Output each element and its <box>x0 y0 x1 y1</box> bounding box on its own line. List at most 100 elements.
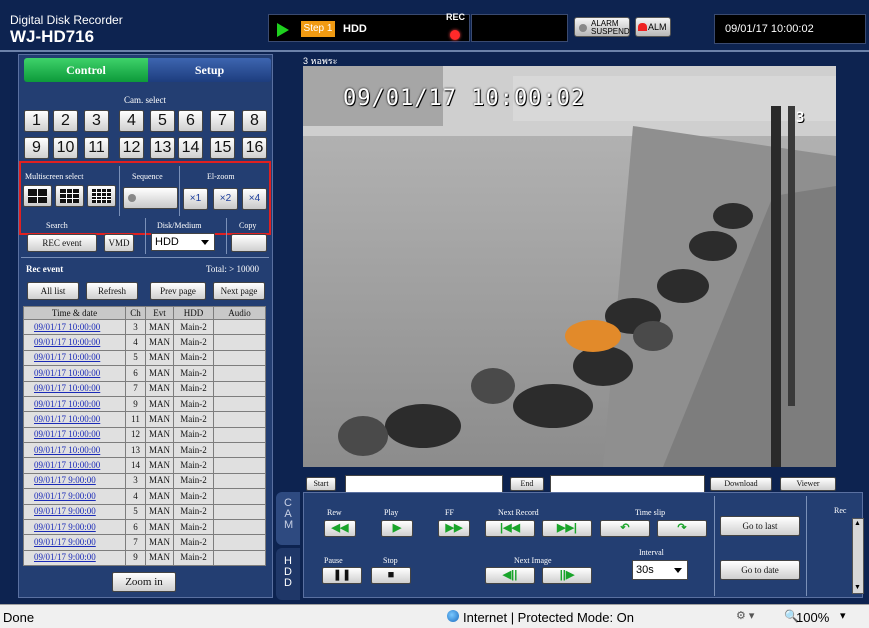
next-image-button[interactable]: ||▶ <box>542 567 592 584</box>
tab-hdd[interactable]: HDD <box>276 548 300 600</box>
cam-button-14[interactable]: 14 <box>178 137 203 159</box>
interval-select[interactable]: 30s <box>632 560 688 580</box>
zoom-in-button[interactable]: Zoom in <box>112 572 176 592</box>
table-row[interactable]: 09/01/17 10:00:00 7 MAN Main-2 <box>23 380 266 397</box>
table-row[interactable]: 09/01/17 9:00:00 3 MAN Main-2 <box>23 472 266 490</box>
scroll-down-icon[interactable]: ▼ <box>854 584 862 592</box>
pause-button[interactable]: ❚❚ <box>322 567 362 584</box>
table-row[interactable]: 09/01/17 10:00:00 12 MAN Main-2 <box>23 426 266 444</box>
table-cell: 6 <box>125 518 146 536</box>
fast-forward-button[interactable]: ▶▶ <box>438 520 470 537</box>
cam-button-4[interactable]: 4 <box>119 110 144 132</box>
alarm-suspend-button[interactable]: ALARM SUSPEND <box>574 17 630 37</box>
ezoom-x1-button[interactable]: ×1 <box>183 188 208 210</box>
alm-button[interactable]: ALM <box>635 17 671 37</box>
cam-button-6[interactable]: 6 <box>178 110 203 132</box>
event-datetime-link[interactable]: 09/01/17 10:00:00 <box>23 318 126 336</box>
chevron-down-icon[interactable]: ▾ <box>840 609 846 622</box>
table-cell: 7 <box>125 380 146 397</box>
end-input[interactable] <box>550 475 705 493</box>
viewer-button[interactable]: Viewer <box>780 477 836 491</box>
multiscreen-9-button[interactable] <box>55 185 84 207</box>
ezoom-x4-button[interactable]: ×4 <box>242 188 267 210</box>
event-datetime-link[interactable]: 09/01/17 10:00:00 <box>23 380 126 397</box>
table-row[interactable]: 09/01/17 10:00:00 6 MAN Main-2 <box>23 365 266 382</box>
download-button[interactable]: Download <box>710 477 772 491</box>
end-button[interactable]: End <box>510 477 544 491</box>
event-datetime-link[interactable]: 09/01/17 9:00:00 <box>23 503 126 520</box>
table-row[interactable]: 09/01/17 10:00:00 9 MAN Main-2 <box>23 395 266 413</box>
rec-scrollbar[interactable]: ▲ ▼ <box>852 518 864 594</box>
event-datetime-link[interactable]: 09/01/17 10:00:00 <box>23 441 126 459</box>
table-row[interactable]: 09/01/17 9:00:00 7 MAN Main-2 <box>23 534 266 551</box>
table-row[interactable]: 09/01/17 10:00:00 11 MAN Main-2 <box>23 411 266 428</box>
rewind-button[interactable]: ◀◀ <box>324 520 356 537</box>
time-slip-back-button[interactable]: ↶ <box>600 520 650 537</box>
tab-cam[interactable]: CAM <box>276 492 300 545</box>
rec-event-button[interactable]: REC event <box>27 234 97 252</box>
event-datetime-link[interactable]: 09/01/17 10:00:00 <box>23 411 126 428</box>
copy-button[interactable] <box>231 234 267 252</box>
cam-button-8[interactable]: 8 <box>242 110 267 132</box>
table-row[interactable]: 09/01/17 10:00:00 14 MAN Main-2 <box>23 457 266 474</box>
all-list-button[interactable]: All list <box>27 282 79 300</box>
zoom-level[interactable]: 100% <box>796 610 829 625</box>
cam-button-9[interactable]: 9 <box>24 137 49 159</box>
prev-image-button[interactable]: ◀|| <box>485 567 535 584</box>
prev-page-button[interactable]: Prev page <box>150 282 206 300</box>
scroll-up-icon[interactable]: ▲ <box>854 520 862 528</box>
event-datetime-link[interactable]: 09/01/17 10:00:00 <box>23 457 126 474</box>
next-page-button[interactable]: Next page <box>213 282 265 300</box>
tab-setup[interactable]: Setup <box>148 58 271 82</box>
event-datetime-link[interactable]: 09/01/17 9:00:00 <box>23 518 126 536</box>
table-row[interactable]: 09/01/17 10:00:00 4 MAN Main-2 <box>23 334 266 351</box>
camera-video-feed[interactable] <box>303 66 836 467</box>
go-to-date-button[interactable]: Go to date <box>720 560 800 580</box>
cam-button-16[interactable]: 16 <box>242 137 267 159</box>
multiscreen-16-button[interactable] <box>87 185 116 207</box>
table-row[interactable]: 09/01/17 10:00:00 13 MAN Main-2 <box>23 441 266 459</box>
table-row[interactable]: 09/01/17 9:00:00 4 MAN Main-2 <box>23 488 266 505</box>
next-record-button[interactable]: ▶▶| <box>542 520 592 537</box>
event-datetime-link[interactable]: 09/01/17 10:00:00 <box>23 426 126 444</box>
stop-button[interactable]: ■ <box>371 567 411 584</box>
cam-button-2[interactable]: 2 <box>53 110 78 132</box>
event-datetime-link[interactable]: 09/01/17 10:00:00 <box>23 365 126 382</box>
cam-button-10[interactable]: 10 <box>53 137 78 159</box>
cam-button-5[interactable]: 5 <box>150 110 175 132</box>
go-to-last-button[interactable]: Go to last <box>720 516 800 536</box>
start-input[interactable] <box>345 475 503 493</box>
event-datetime-link[interactable]: 09/01/17 10:00:00 <box>23 395 126 413</box>
cam-button-7[interactable]: 7 <box>210 110 235 132</box>
event-datetime-link[interactable]: 09/01/17 10:00:00 <box>23 349 126 367</box>
disk-medium-select[interactable]: HDD <box>151 233 215 251</box>
event-datetime-link[interactable]: 09/01/17 9:00:00 <box>23 549 126 567</box>
cam-button-3[interactable]: 3 <box>84 110 109 132</box>
multiscreen-4-button[interactable] <box>23 185 52 207</box>
protected-mode-icon[interactable]: ⚙ ▾ <box>736 609 754 622</box>
table-row[interactable]: 09/01/17 9:00:00 9 MAN Main-2 <box>23 549 266 567</box>
time-slip-label: Time slip <box>635 508 666 517</box>
time-slip-forward-button[interactable]: ↷ <box>657 520 707 537</box>
refresh-button[interactable]: Refresh <box>86 282 138 300</box>
table-row[interactable]: 09/01/17 9:00:00 5 MAN Main-2 <box>23 503 266 520</box>
cam-button-13[interactable]: 13 <box>150 137 175 159</box>
event-datetime-link[interactable]: 09/01/17 10:00:00 <box>23 334 126 351</box>
event-datetime-link[interactable]: 09/01/17 9:00:00 <box>23 534 126 551</box>
table-row[interactable]: 09/01/17 10:00:00 5 MAN Main-2 <box>23 349 266 367</box>
play-button[interactable]: ▶ <box>381 520 413 537</box>
ezoom-x2-button[interactable]: ×2 <box>213 188 238 210</box>
vmd-button[interactable]: VMD <box>104 234 134 252</box>
event-datetime-link[interactable]: 09/01/17 9:00:00 <box>23 488 126 505</box>
cam-button-1[interactable]: 1 <box>24 110 49 132</box>
tab-control[interactable]: Control <box>24 58 148 82</box>
table-cell: MAN <box>145 426 174 444</box>
table-row[interactable]: 09/01/17 9:00:00 6 MAN Main-2 <box>23 518 266 536</box>
cam-button-12[interactable]: 12 <box>119 137 144 159</box>
cam-button-11[interactable]: 11 <box>84 137 109 159</box>
table-row[interactable]: 09/01/17 10:00:00 3 MAN Main-2 <box>23 318 266 336</box>
prev-record-button[interactable]: |◀◀ <box>485 520 535 537</box>
cam-button-15[interactable]: 15 <box>210 137 235 159</box>
event-datetime-link[interactable]: 09/01/17 9:00:00 <box>23 472 126 490</box>
start-button[interactable]: Start <box>306 477 336 491</box>
